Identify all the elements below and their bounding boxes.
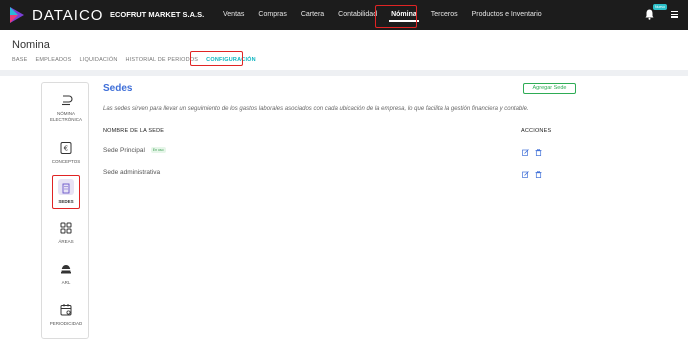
column-header-nombre: NOMBRE DE LA SEDE: [103, 128, 165, 134]
tab-historial-periodos[interactable]: HISTORIAL DE PERIODOS: [126, 57, 199, 63]
sidebar-item-label: NÓMINA ELECTRÓNICA: [49, 111, 82, 122]
edit-icon[interactable]: [522, 171, 529, 178]
tab-liquidacion[interactable]: LIQUIDACIÓN: [80, 57, 118, 63]
page-title: Nomina: [12, 39, 50, 51]
nav-cartera[interactable]: Cartera: [294, 0, 331, 30]
bell-icon[interactable]: [645, 9, 654, 20]
concept-icon: €: [60, 142, 72, 154]
page-header: Nomina BASE EMPLEADOS LIQUIDACIÓN HISTOR…: [0, 30, 688, 70]
table-row: Sede administrativa: [103, 169, 160, 176]
sede-name: Sede Principal: [103, 147, 145, 154]
divider-strip: [0, 70, 688, 76]
sede-name: Sede administrativa: [103, 169, 161, 176]
notification-badge: Nuevo: [653, 4, 668, 10]
highlight-box-configuracion: [190, 51, 243, 66]
add-sede-button[interactable]: Agregar Sede: [523, 83, 576, 94]
trash-icon[interactable]: [535, 171, 542, 178]
dataico-logo-icon[interactable]: [8, 6, 26, 24]
tab-base[interactable]: BASE: [12, 57, 27, 63]
brand-name: DATAICO: [32, 7, 104, 24]
nav-terceros[interactable]: Terceros: [424, 0, 465, 30]
top-navigation-bar: DATAICO ECOFRUT MARKET S.A.S. Ventas Com…: [0, 0, 688, 30]
trash-icon[interactable]: [535, 149, 542, 156]
highlight-box-nomina: [375, 5, 417, 28]
section-description: Las sedes sirven para llevar un seguimie…: [103, 106, 529, 112]
nav-ventas[interactable]: Ventas: [216, 0, 251, 30]
sidebar-item-periodicidad[interactable]: PERIODICIDAD: [42, 303, 90, 327]
svg-text:€: €: [64, 145, 68, 153]
company-name[interactable]: ECOFRUT MARKET S.A.S.: [110, 10, 204, 19]
calendar-icon: [60, 304, 72, 316]
config-sidebar: NÓMINA ELECTRÓNICA € CONCEPTOS SEDES ÁREA…: [41, 82, 89, 339]
edit-icon[interactable]: [522, 149, 529, 156]
sidebar-item-areas[interactable]: ÁREAS: [42, 221, 90, 245]
sidebar-item-label: ÁREAS: [58, 239, 74, 244]
nav-productos-inventario[interactable]: Productos e Inventario: [465, 0, 549, 30]
grid-icon: [60, 222, 72, 234]
hamburger-menu-icon[interactable]: [671, 11, 678, 18]
column-header-acciones: ACCIONES: [521, 128, 552, 134]
sidebar-item-nomina-electronica[interactable]: NÓMINA ELECTRÓNICA: [42, 93, 90, 123]
sidebar-item-label: ARL: [61, 280, 71, 285]
section-title: Sedes: [103, 83, 133, 94]
helmet-icon: [61, 265, 71, 274]
sidebar-item-conceptos[interactable]: € CONCEPTOS: [42, 141, 90, 165]
tab-empleados[interactable]: EMPLEADOS: [35, 57, 71, 63]
sidebar-item-arl[interactable]: ARL: [42, 262, 90, 286]
sidebar-item-label: CONCEPTOS: [51, 159, 81, 164]
toggle-icon: [62, 95, 73, 106]
table-row: Sede Principal En uso: [103, 147, 166, 154]
status-badge: En uso: [150, 147, 166, 154]
nav-compras[interactable]: Compras: [251, 0, 293, 30]
highlight-box-sedes: [52, 175, 80, 209]
sidebar-item-label: PERIODICIDAD: [49, 321, 83, 326]
